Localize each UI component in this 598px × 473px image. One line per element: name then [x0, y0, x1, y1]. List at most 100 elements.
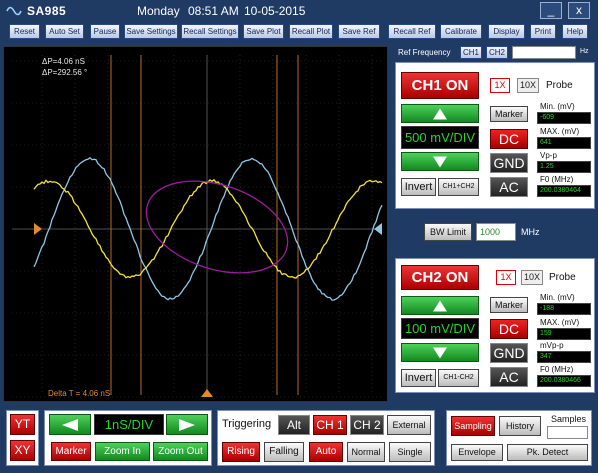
calibrate-button[interactable]: Calibrate — [440, 24, 482, 39]
ch1-min-value: -609 — [537, 112, 591, 124]
ch1-1x-button[interactable]: 1X — [490, 78, 510, 93]
ch2-dc-button[interactable]: DC — [490, 319, 528, 339]
ch1-invert-button[interactable]: Invert — [401, 178, 436, 196]
ref-frequency-input[interactable] — [512, 46, 576, 59]
bw-limit-input[interactable]: 1000 — [476, 223, 516, 241]
display-button[interactable]: Display — [488, 24, 525, 39]
recall-ref-button[interactable]: Recall Ref — [388, 24, 436, 39]
arrow-up-icon — [433, 108, 447, 119]
bw-limit-button[interactable]: BW Limit — [424, 223, 472, 241]
ch1-probe-label: Probe — [546, 80, 573, 91]
ch1-vpp-label: Vp-p — [540, 151, 557, 160]
delta-p-time: ΔP=4.06 nS — [42, 57, 85, 66]
peak-detect-button[interactable]: Pk. Detect — [507, 444, 588, 461]
xy-lissajous-curve — [135, 164, 300, 289]
oscilloscope-display[interactable]: ΔP=4.06 nS ΔP=292.56 ° Delta T = 4.06 nS — [3, 46, 388, 402]
ch2-max-label: MAX. (mV) — [540, 318, 579, 327]
timebase-right-button[interactable] — [166, 414, 208, 435]
ref-frequency-label: Ref Frequency — [398, 48, 450, 57]
ch2-ac-button[interactable]: AC — [490, 367, 528, 387]
trigger-position-marker — [201, 389, 213, 397]
ch1-gnd-button[interactable]: GND — [490, 153, 528, 173]
yt-mode-button[interactable]: YT — [10, 414, 35, 435]
sampling-button[interactable]: Sampling — [451, 416, 495, 436]
delta-t-label: Delta T = 4.06 nS — [48, 389, 110, 398]
samples-label: Samples — [551, 414, 586, 424]
auto-set-button[interactable]: Auto Set — [45, 24, 84, 39]
ch2-volt-div-display: 100 mV/DIV — [401, 318, 479, 339]
waveform-canvas — [4, 47, 389, 403]
print-button[interactable]: Print — [530, 24, 556, 39]
day-label: Monday — [137, 4, 180, 18]
ref-unit-label: Hz — [580, 48, 589, 55]
ch1-f0-label: F0 (MHz) — [540, 175, 573, 184]
ch2-10x-button[interactable]: 10X — [521, 270, 543, 285]
ref-ch1-button[interactable]: CH1 — [460, 46, 482, 59]
ch2-min-label: Min. (mV) — [540, 293, 575, 302]
ch2-volt-up-button[interactable] — [401, 296, 479, 315]
trigger-rising-button[interactable]: Rising — [222, 442, 260, 462]
ch1-10x-button[interactable]: 10X — [517, 78, 539, 93]
ref-ch2-button[interactable]: CH2 — [486, 46, 508, 59]
ch2-1x-button[interactable]: 1X — [496, 270, 516, 285]
xy-mode-button[interactable]: XY — [10, 440, 35, 461]
arrow-right-icon — [179, 419, 195, 431]
ch2-max-value: 159 — [537, 328, 591, 340]
reset-button[interactable]: Reset — [9, 24, 40, 39]
ch2-gnd-button[interactable]: GND — [490, 343, 528, 363]
trigger-auto-button[interactable]: Auto — [309, 442, 343, 462]
ch1-dc-button[interactable]: DC — [490, 129, 528, 149]
ch2-marker-button[interactable]: Marker — [490, 297, 528, 313]
timebase-marker-button[interactable]: Marker — [51, 442, 91, 461]
trigger-alt-button[interactable]: Alt — [278, 415, 310, 435]
history-button[interactable]: History — [499, 416, 541, 436]
date-label: 10-05-2015 — [244, 4, 305, 18]
help-button[interactable]: Help — [562, 24, 588, 39]
samples-input[interactable] — [547, 426, 588, 439]
ch2-f0-value: 200.0380466 — [537, 375, 591, 387]
zoom-out-button[interactable]: Zoom Out — [153, 442, 208, 461]
ch2-invert-button[interactable]: Invert — [401, 369, 436, 387]
minimize-button[interactable]: _ — [540, 2, 562, 19]
ch1-marker-button[interactable]: Marker — [490, 106, 528, 122]
app-title: SA985 — [27, 4, 66, 18]
timebase-left-button[interactable] — [49, 414, 91, 435]
recall-settings-button[interactable]: Recall Settings — [181, 24, 239, 39]
ch1-min-label: Min. (mV) — [540, 102, 575, 111]
arrow-down-icon — [433, 156, 447, 167]
trigger-normal-button[interactable]: Normal — [347, 442, 385, 462]
ch2-vpp-label: mVp-p — [540, 341, 564, 350]
ch2-math-button[interactable]: CH1-CH2 — [438, 369, 479, 387]
trigger-external-button[interactable]: External — [387, 415, 431, 435]
save-ref-button[interactable]: Save Ref — [338, 24, 380, 39]
ch1-volt-down-button[interactable] — [401, 152, 479, 171]
ch2-volt-down-button[interactable] — [401, 343, 479, 362]
ch2-vpp-value: 347 — [537, 351, 591, 363]
ch2-on-button[interactable]: CH2 ON — [401, 265, 479, 290]
envelope-button[interactable]: Envelope — [451, 444, 503, 461]
ch1-math-button[interactable]: CH1+CH2 — [438, 178, 479, 196]
ch2-f0-label: F0 (MHz) — [540, 365, 573, 374]
delta-p-phase: ΔP=292.56 ° — [42, 68, 87, 77]
recall-plot-button[interactable]: Recall Plot — [289, 24, 333, 39]
timebase-display: 1nS/DIV — [94, 414, 164, 435]
ch1-ac-button[interactable]: AC — [490, 177, 528, 197]
arrow-up-icon — [433, 300, 447, 311]
trigger-falling-button[interactable]: Falling — [264, 442, 304, 462]
zoom-in-button[interactable]: Zoom In — [95, 442, 150, 461]
trigger-ch1-button[interactable]: CH 1 — [313, 415, 347, 435]
ch1-f0-value: 200.0380464 — [537, 185, 591, 197]
pause-button[interactable]: Pause — [90, 24, 120, 39]
ch1-max-value: 641 — [537, 137, 591, 149]
ch1-max-label: MAX. (mV) — [540, 127, 579, 136]
trigger-single-button[interactable]: Single — [389, 442, 431, 462]
ch1-volt-up-button[interactable] — [401, 104, 479, 123]
time-label: 08:51 AM — [188, 4, 239, 18]
save-plot-button[interactable]: Save Plot — [243, 24, 284, 39]
trigger-ch2-button[interactable]: CH 2 — [350, 415, 384, 435]
close-button[interactable]: x — [568, 2, 590, 19]
trigger-level-marker — [374, 223, 382, 235]
app-logo-icon — [6, 4, 22, 18]
ch1-on-button[interactable]: CH1 ON — [401, 72, 479, 99]
save-settings-button[interactable]: Save Settings — [124, 24, 178, 39]
